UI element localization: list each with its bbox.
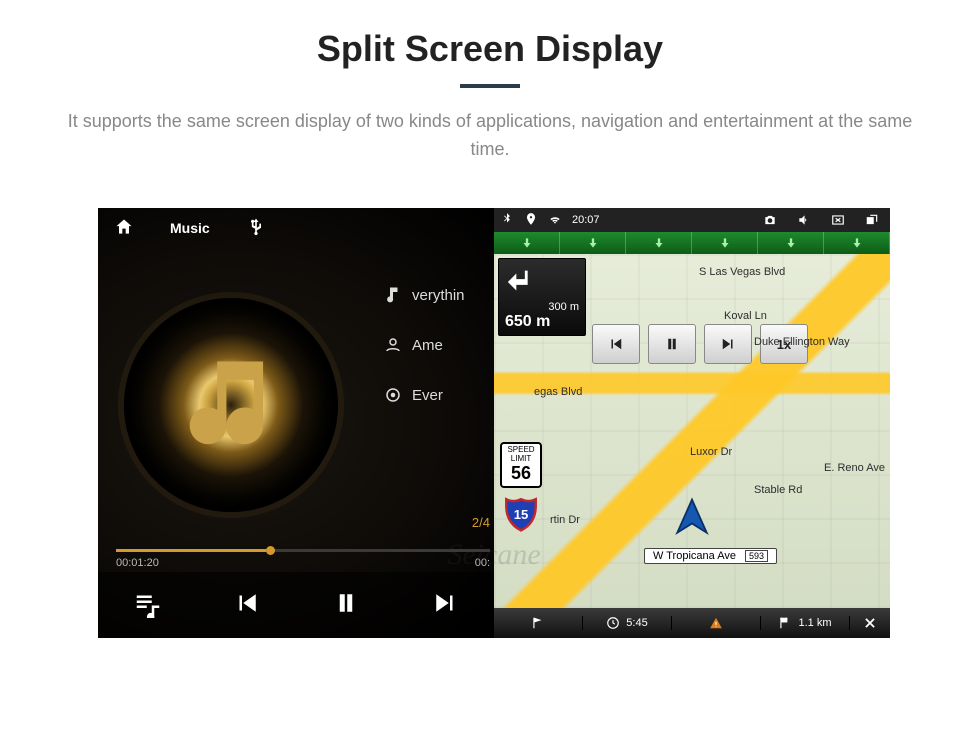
map-poi-label: Koval Ln — [724, 310, 767, 322]
map-poi-label: E. Reno Ave — [824, 462, 885, 474]
footer-distance[interactable]: 1.1 km — [761, 616, 850, 630]
map-poi-label: S Las Vegas Blvd — [699, 266, 785, 278]
device-screenshot: Music verythin Ame — [98, 208, 890, 638]
track-item[interactable]: Ever — [384, 370, 494, 420]
music-note-icon — [176, 348, 286, 458]
pause-icon[interactable] — [331, 588, 361, 623]
track-list: verythin Ame Ever — [384, 270, 494, 420]
warning-icon — [709, 616, 723, 630]
sim-prev-button[interactable] — [592, 324, 640, 364]
nav-footer: 5:45 1.1 km — [494, 608, 890, 638]
track-item[interactable]: Ame — [384, 320, 494, 370]
map-canvas[interactable]: 300 m 650 m 1x SPEED LIMIT 56 15 S Las V… — [494, 254, 890, 608]
person-icon — [384, 336, 402, 354]
multitask-icon[interactable] — [860, 211, 884, 229]
close-icon — [863, 616, 877, 630]
current-street-banner: W Tropicana Ave 593 — [644, 548, 777, 564]
track-item[interactable]: verythin — [384, 270, 494, 320]
turn-left-icon — [505, 265, 539, 299]
progress-knob[interactable] — [266, 546, 275, 555]
music-controls — [98, 572, 494, 638]
prev-track-icon[interactable] — [232, 588, 262, 623]
flag-icon — [531, 616, 545, 630]
sim-pause-button[interactable] — [648, 324, 696, 364]
map-poi-label: Stable Rd — [754, 484, 802, 496]
track-counter: 2/4 — [472, 515, 490, 530]
speed-limit-sign: SPEED LIMIT 56 — [500, 442, 542, 488]
progress-fill — [116, 549, 266, 552]
title-underline — [460, 84, 520, 88]
target-icon — [384, 386, 402, 404]
sim-next-button[interactable] — [704, 324, 752, 364]
dest-flag-icon — [778, 616, 792, 630]
footer-menu-button[interactable] — [494, 616, 583, 630]
close-app-icon[interactable] — [826, 211, 850, 229]
map-poi-label: rtin Dr — [550, 514, 580, 526]
music-header: Music — [98, 208, 494, 248]
map-poi-label: Luxor Dr — [690, 446, 732, 458]
interstate-shield: 15 — [504, 496, 538, 532]
usb-icon[interactable] — [246, 217, 266, 240]
album-art — [124, 298, 338, 512]
volume-icon[interactable] — [792, 211, 816, 229]
status-bar: 20:07 — [494, 208, 890, 232]
vehicle-marker — [670, 496, 714, 540]
map-poi-label: egas Blvd — [534, 386, 582, 398]
music-header-label: Music — [170, 220, 210, 236]
arrow-down-icon — [586, 236, 600, 250]
total-time: 00: — [475, 557, 490, 569]
lane-guidance-bar — [494, 232, 890, 254]
arrow-down-icon — [850, 236, 864, 250]
turn-instruction: 300 m 650 m — [498, 258, 586, 336]
wifi-icon — [548, 212, 562, 229]
playlist-icon[interactable] — [133, 588, 163, 623]
next-track-icon[interactable] — [430, 588, 460, 623]
arrow-down-icon — [718, 236, 732, 250]
clock-icon — [606, 616, 620, 630]
bluetooth-icon — [500, 212, 514, 229]
note-icon — [384, 286, 402, 304]
screenshot-icon[interactable] — [758, 211, 782, 229]
arrow-down-icon — [520, 236, 534, 250]
music-pane: Music verythin Ame — [98, 208, 494, 638]
svg-text:15: 15 — [514, 507, 529, 522]
footer-warning[interactable] — [672, 616, 761, 630]
progress-area[interactable]: 00:01:20 00: — [116, 549, 490, 552]
navigation-pane: 20:07 300 m 650 m — [494, 208, 890, 638]
footer-eta[interactable]: 5:45 — [583, 616, 672, 630]
elapsed-time: 00:01:20 — [116, 557, 159, 569]
clock-value: 20:07 — [572, 214, 600, 226]
page-title: Split Screen Display — [0, 28, 980, 70]
home-icon[interactable] — [114, 217, 134, 240]
map-poi-label: Duke Ellington Way — [754, 336, 850, 348]
location-icon — [524, 212, 538, 229]
footer-close-button[interactable] — [850, 616, 890, 630]
arrow-down-icon — [652, 236, 666, 250]
page-description: It supports the same screen display of t… — [60, 108, 920, 164]
arrow-down-icon — [784, 236, 798, 250]
